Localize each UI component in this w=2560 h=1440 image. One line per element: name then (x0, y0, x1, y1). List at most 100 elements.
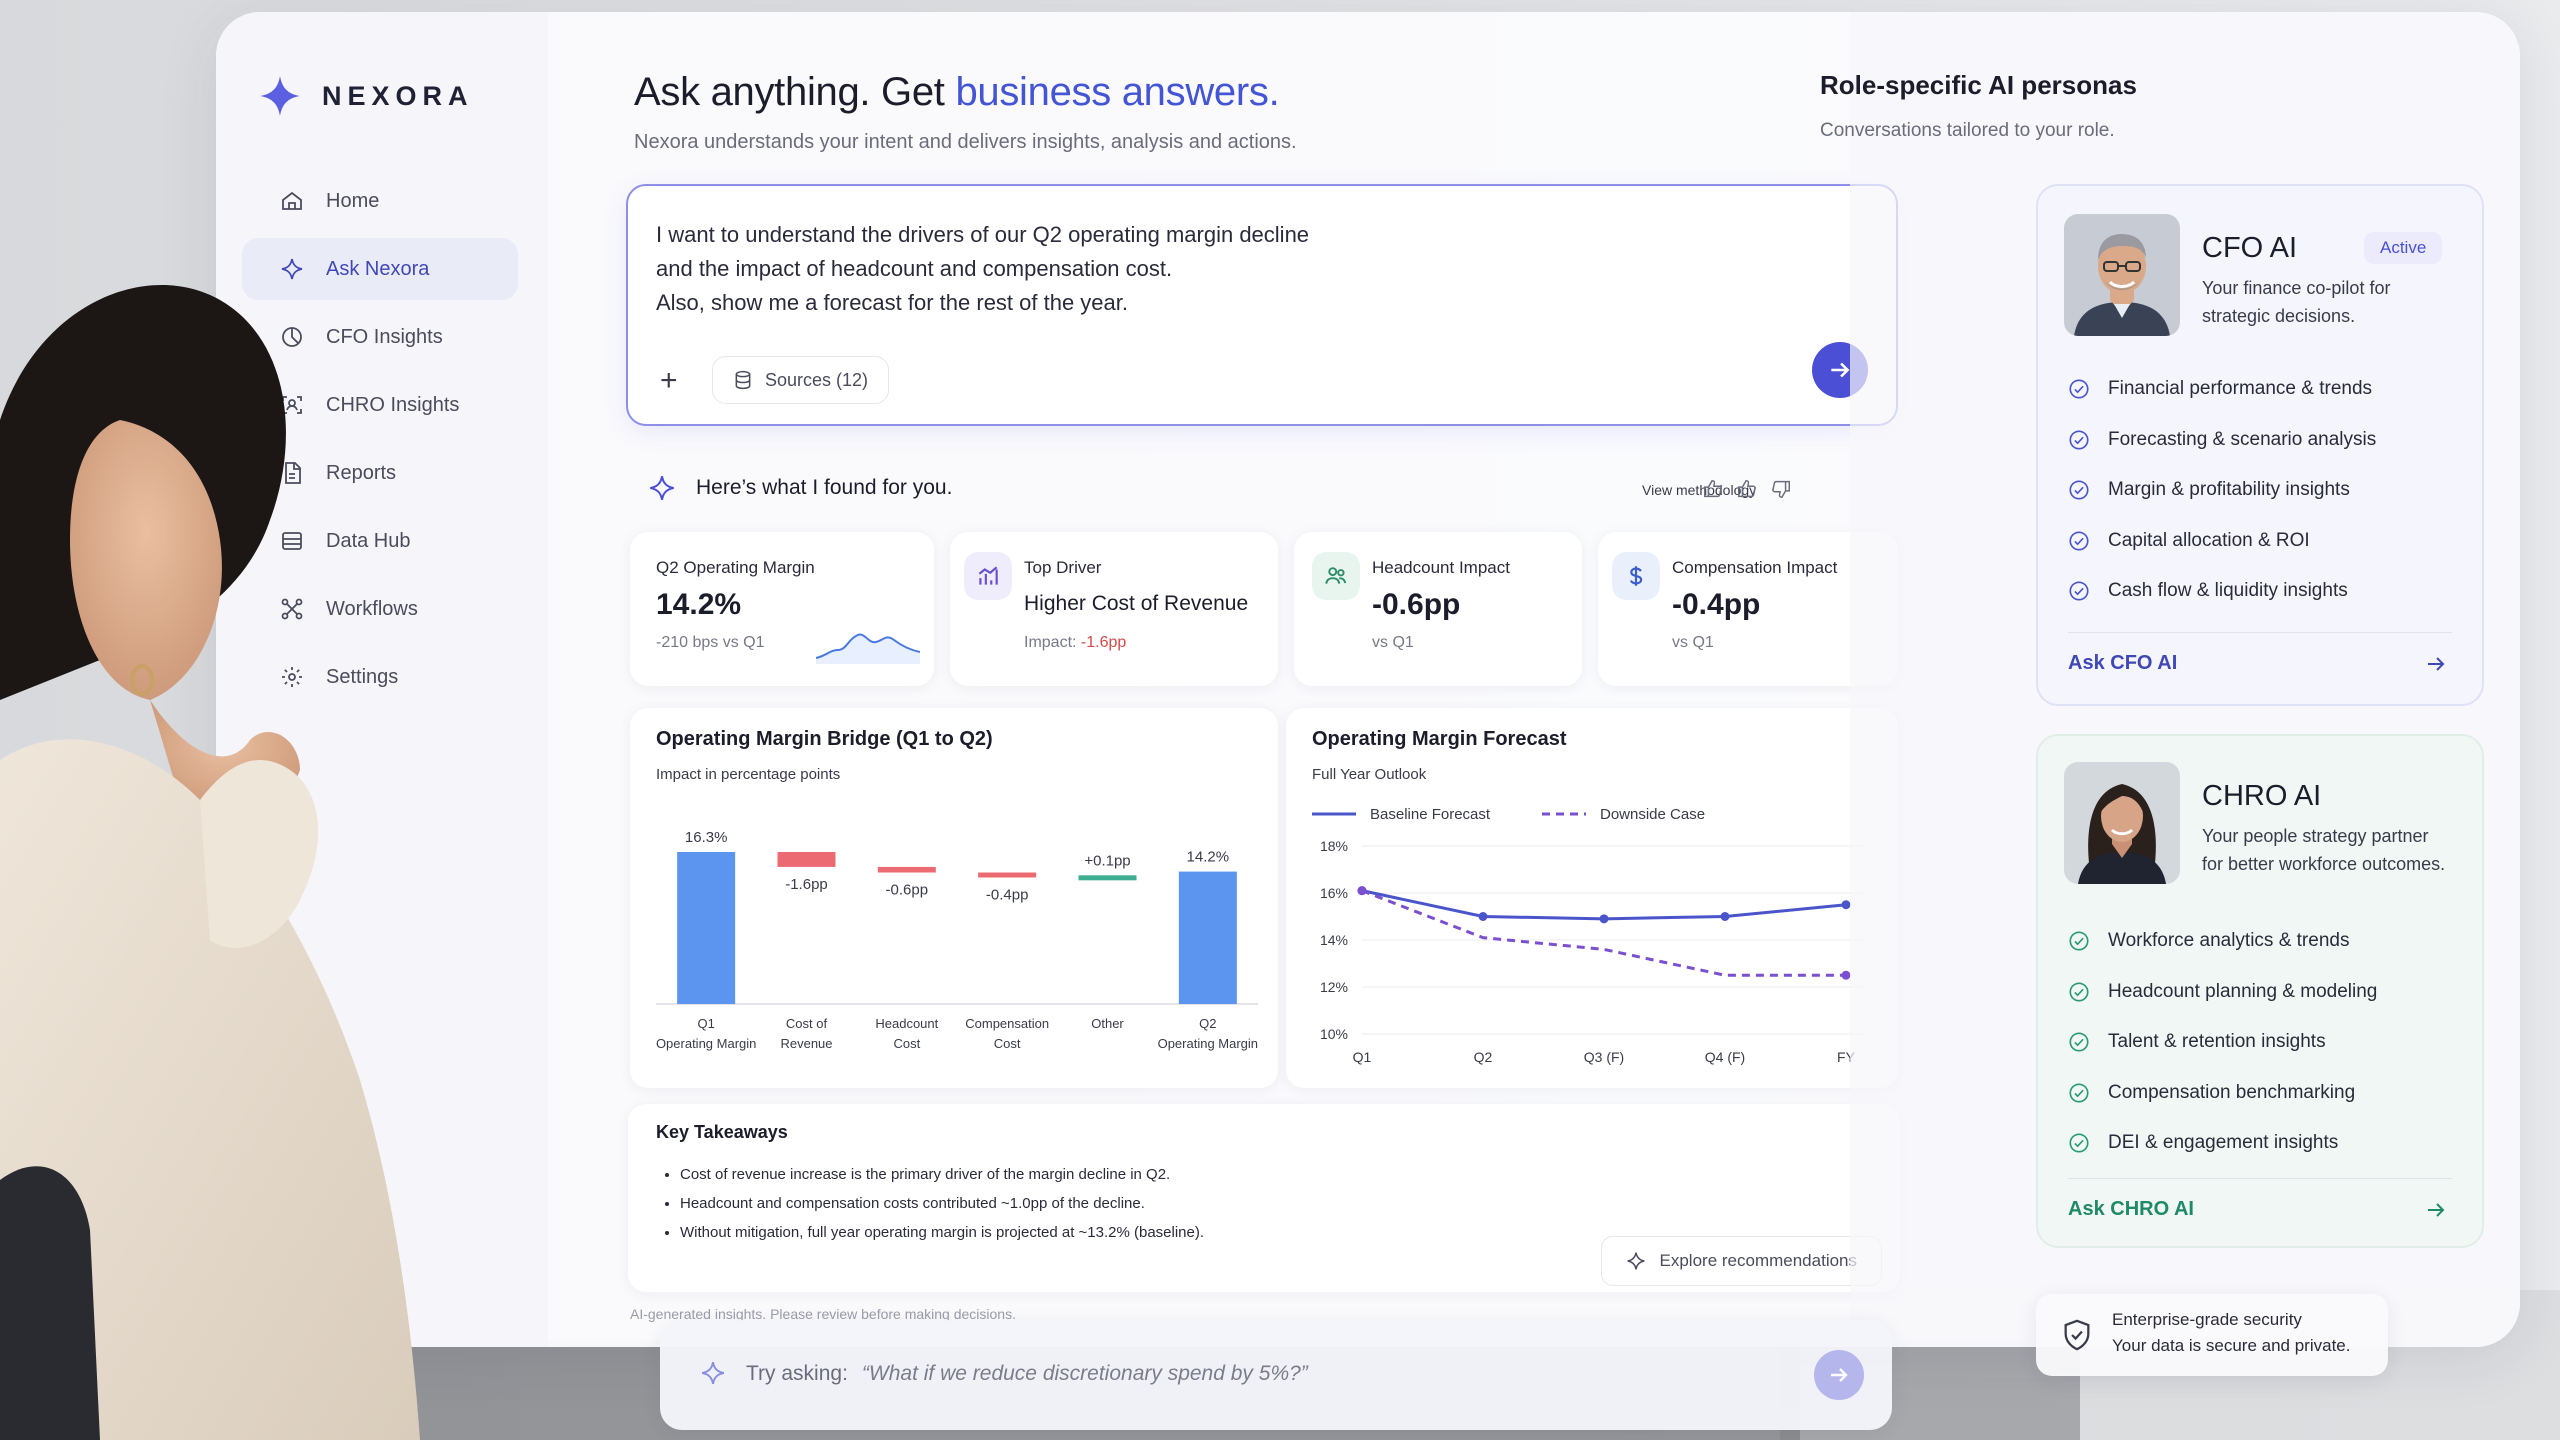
nav-item-cfo-insights[interactable]: CFO Insights (242, 306, 518, 368)
data-label: 16.3% (685, 829, 728, 846)
margin-bridge-card: Operating Margin Bridge (Q1 to Q2) Impac… (630, 708, 1278, 1088)
prompt-line: Also, show me a forecast for the rest of… (656, 290, 1129, 315)
bar (1178, 871, 1237, 1004)
x-tick-label: Cost of (786, 1016, 828, 1031)
result-header: Here’s what I found for you. (648, 474, 952, 502)
persona-description: Your people strategy partner for better … (2202, 822, 2445, 878)
x-tick-label: Other (1091, 1016, 1124, 1031)
y-tick-label: 10% (1320, 1026, 1348, 1042)
cfo-persona-card[interactable]: CFO AI Active Your finance co-pilot for … (2036, 184, 2484, 706)
add-attachment-button[interactable]: + (660, 366, 678, 396)
feature-label: Forecasting & scenario analysis (2108, 428, 2377, 450)
hero-title-prefix: Ask anything. Get (634, 70, 956, 114)
pie-chart-icon (282, 327, 302, 347)
feature-item: Margin & profitability insights (2068, 465, 2376, 516)
kpi-impact-value: -1.6pp (1080, 634, 1127, 651)
feature-item: Workforce analytics & trends (2068, 916, 2377, 967)
nav-item-reports[interactable]: Reports (242, 442, 518, 504)
feature-item: Capital allocation & ROI (2068, 516, 2376, 567)
x-tick-label: Q1 (697, 1016, 714, 1031)
brand-logo[interactable]: NEXORA (258, 74, 474, 118)
kpi-label: Headcount Impact (1372, 558, 1510, 577)
nav-label: Home (326, 189, 380, 212)
x-tick-label: Operating Margin (1158, 1036, 1258, 1051)
legend-label: Downside Case (1600, 806, 1705, 823)
feature-item: Forecasting & scenario analysis (2068, 415, 2376, 466)
nav-label: Data Hub (326, 529, 411, 552)
feature-item: Headcount planning & modeling (2068, 967, 2377, 1018)
thumbs-up-icon[interactable] (1736, 478, 1758, 500)
y-tick-label: 14% (1320, 932, 1348, 948)
line-chart: Baseline Forecast Downside Case 10% 12% 14% 1… (1312, 806, 1866, 1065)
bar (1078, 875, 1137, 881)
nav-item-data-hub[interactable]: Data Hub (242, 510, 518, 572)
hero: Ask anything. Get business answers. Nexo… (634, 70, 1297, 154)
result-heading: Here’s what I found for you. (696, 476, 953, 499)
nav-label: Workflows (326, 597, 418, 620)
persona-features: Workforce analytics & trends Headcount p… (2068, 916, 2377, 1169)
feature-label: Cash flow & liquidity insights (2108, 580, 2348, 602)
feature-label: Talent & retention insights (2108, 1031, 2326, 1053)
chro-persona-card[interactable]: CHRO AI Your people strategy partner for… (2036, 734, 2484, 1248)
ask-suggestion: “What if we reduce discretionary spend b… (861, 1362, 1308, 1385)
data-label: -1.6pp (785, 876, 828, 893)
nav-item-settings[interactable]: Settings (242, 646, 518, 708)
personas-title: Role-specific AI personas (1820, 70, 2137, 100)
takeaway-item: Headcount and compensation costs contrib… (680, 1189, 1204, 1218)
takeaways-list: Cost of revenue increase is the primary … (680, 1160, 1204, 1247)
ask-chro-ai-link[interactable]: Ask CHRO AI (2068, 1198, 2194, 1221)
brand-name: NEXORA (322, 80, 474, 111)
nav-label: Settings (326, 665, 399, 688)
bar (677, 852, 736, 1004)
nav-item-ask-nexora[interactable]: Ask Nexora (242, 238, 518, 300)
kpi-value: -0.6pp (1372, 588, 1461, 621)
users-scan-icon (282, 396, 302, 414)
nav-item-workflows[interactable]: Workflows (242, 578, 518, 640)
thumbs-up-outline-icon[interactable] (1702, 478, 1724, 500)
feature-item: Financial performance & trends (2068, 364, 2376, 415)
sidebar-nav: Home Ask Nexora CFO Insights CHRO Insigh… (242, 170, 518, 714)
margin-forecast-card: Operating Margin Forecast Full Year Outl… (1286, 708, 1898, 1088)
desc-line: Your finance co-pilot for (2202, 278, 2391, 298)
ask-send-button[interactable] (1814, 1350, 1864, 1400)
feature-item: DEI & engagement insights (2068, 1118, 2377, 1169)
check-circle-icon (2069, 379, 2089, 399)
data-label: -0.4pp (986, 887, 1029, 904)
nav-label: Ask Nexora (326, 257, 430, 280)
check-circle-icon (2069, 1032, 2089, 1052)
x-tick-label: Headcount (875, 1016, 938, 1031)
prompt-line: I want to understand the drivers of our … (656, 222, 1310, 247)
nav-item-home[interactable]: Home (242, 170, 518, 232)
legend-label: Baseline Forecast (1370, 806, 1491, 823)
data-point (1720, 912, 1730, 921)
desc-line: Your people strategy partner (2202, 826, 2429, 846)
check-circle-icon (2069, 531, 2089, 551)
gear-icon (282, 667, 302, 687)
sparkline (816, 633, 920, 664)
feature-label: Headcount planning & modeling (2108, 980, 2378, 1002)
check-circle-icon (2069, 581, 2089, 601)
sparkle-logo-icon (260, 76, 300, 116)
y-tick-label: 16% (1320, 885, 1348, 901)
prompt-text[interactable]: I want to understand the drivers of our … (656, 218, 1309, 320)
check-circle-icon (2069, 1133, 2089, 1153)
nav-item-chro-insights[interactable]: CHRO Insights (242, 374, 518, 436)
thumbs-down-icon[interactable] (1770, 478, 1792, 500)
feature-label: Financial performance & trends (2108, 378, 2373, 400)
persona-description: Your finance co-pilot for strategic deci… (2202, 274, 2390, 330)
x-tick-label: Q4 (F) (1705, 1049, 1745, 1065)
ask-prefix: Try asking: (746, 1362, 848, 1385)
ask-suggestion-bar[interactable]: Try asking: “What if we reduce discretion… (660, 1320, 1892, 1430)
prompt-input[interactable]: I want to understand the drivers of our … (626, 184, 1898, 426)
x-tick-label: Q3 (F) (1584, 1049, 1624, 1065)
dollar-icon (1612, 552, 1660, 600)
arrow-right-icon[interactable] (2424, 652, 2448, 676)
explore-recommendations-button[interactable]: Explore recommendations (1600, 1236, 1882, 1286)
sidebar: NEXORA Home Ask Nexora CFO Insights CHRO… (216, 12, 548, 1347)
ask-cfo-ai-link[interactable]: Ask CFO AI (2068, 652, 2177, 675)
nav-label: CFO Insights (326, 325, 443, 348)
kpi-value: -0.4pp (1672, 588, 1761, 621)
arrow-right-icon[interactable] (2424, 1198, 2448, 1222)
kpi-label: Q2 Operating Margin (656, 558, 815, 577)
sources-button[interactable]: Sources (12) (712, 356, 890, 404)
